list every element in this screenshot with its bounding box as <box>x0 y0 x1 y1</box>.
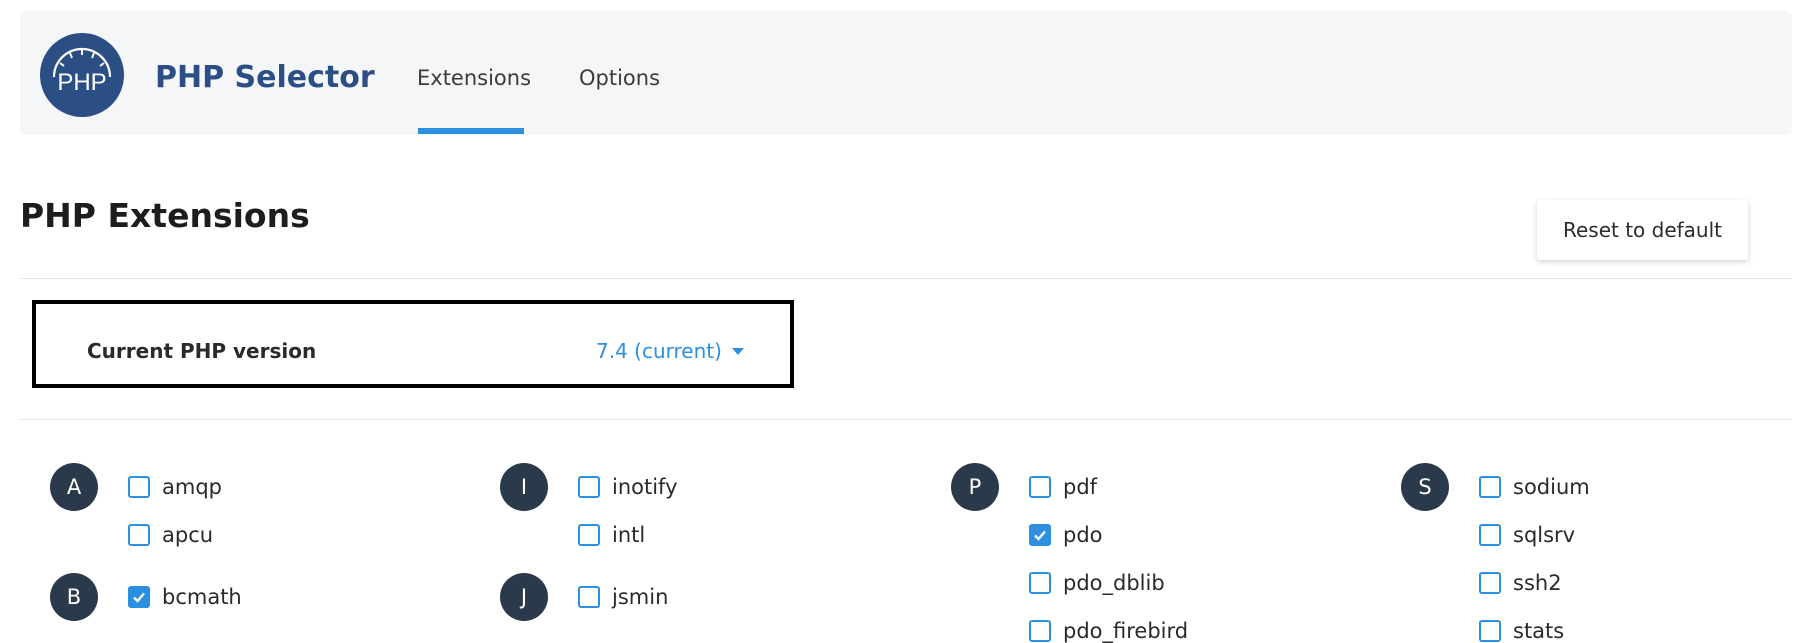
extension-checkbox[interactable] <box>578 524 600 546</box>
divider <box>20 278 1792 279</box>
extension-checkbox[interactable] <box>1479 524 1501 546</box>
letter-badge-i: I <box>500 463 548 511</box>
extension-label: pdf <box>1063 475 1098 499</box>
extension-label: inotify <box>612 475 678 499</box>
extension-intl[interactable]: intl <box>578 523 645 547</box>
extension-inotify[interactable]: inotify <box>578 475 678 499</box>
extension-pdo_dblib[interactable]: pdo_dblib <box>1029 571 1165 595</box>
extension-label: sqlsrv <box>1513 523 1576 547</box>
tab-options[interactable]: Options <box>579 66 660 90</box>
letter-badge-j: J <box>500 573 548 621</box>
extension-bcmath[interactable]: bcmath <box>128 585 242 609</box>
extension-checkbox[interactable] <box>128 476 150 498</box>
extension-stats[interactable]: stats <box>1479 619 1564 643</box>
extension-checkbox[interactable] <box>128 586 150 608</box>
extension-checkbox[interactable] <box>128 524 150 546</box>
php-version-panel: Current PHP version 7.4 (current) <box>32 300 794 388</box>
extension-pdf[interactable]: pdf <box>1029 475 1097 499</box>
tab-extensions[interactable]: Extensions <box>417 66 531 90</box>
extension-label: jsmin <box>612 585 669 609</box>
extension-checkbox[interactable] <box>1029 524 1051 546</box>
extension-pdo[interactable]: pdo <box>1029 523 1103 547</box>
extension-label: pdo_firebird <box>1063 619 1189 643</box>
php-logo: PHP <box>40 33 124 117</box>
extension-checkbox[interactable] <box>1479 476 1501 498</box>
divider <box>20 419 1792 420</box>
version-label: Current PHP version <box>87 339 317 363</box>
extension-sodium[interactable]: sodium <box>1479 475 1590 499</box>
extension-apcu[interactable]: apcu <box>128 523 213 547</box>
page-title: PHP Extensions <box>20 196 310 235</box>
extension-checkbox[interactable] <box>1029 572 1051 594</box>
letter-badge-s: S <box>1401 463 1449 511</box>
extension-label: apcu <box>162 523 214 547</box>
extension-checkbox[interactable] <box>578 476 600 498</box>
header-bar: PHP PHP Selector Extensions Options <box>20 11 1792 135</box>
extension-checkbox[interactable] <box>578 586 600 608</box>
extension-label: amqp <box>162 475 222 499</box>
extension-label: ssh2 <box>1513 571 1562 595</box>
extension-label: intl <box>612 523 646 547</box>
checkmark-icon <box>1034 530 1046 541</box>
extension-sqlsrv[interactable]: sqlsrv <box>1479 523 1575 547</box>
extension-checkbox[interactable] <box>1479 572 1501 594</box>
extension-label: bcmath <box>162 585 242 609</box>
logo-text: PHP <box>57 69 106 96</box>
caret-down-icon <box>731 347 744 355</box>
extension-ssh2[interactable]: ssh2 <box>1479 571 1562 595</box>
version-value: 7.4 (current) <box>596 339 722 363</box>
checkmark-icon <box>133 592 145 603</box>
letter-badge-a: A <box>50 463 98 511</box>
extension-checkbox[interactable] <box>1029 476 1051 498</box>
extension-label: pdo <box>1063 523 1103 547</box>
extension-label: sodium <box>1513 475 1590 499</box>
letter-badge-p: P <box>951 463 999 511</box>
active-tab-indicator <box>418 128 524 134</box>
letter-badge-b: B <box>50 573 98 621</box>
reset-to-default-button[interactable]: Reset to default <box>1537 200 1748 260</box>
extension-amqp[interactable]: amqp <box>128 475 222 499</box>
app-title: PHP Selector <box>155 60 375 95</box>
php-version-select[interactable]: 7.4 (current) <box>596 339 744 363</box>
extension-jsmin[interactable]: jsmin <box>578 585 668 609</box>
extension-label: pdo_dblib <box>1063 571 1165 595</box>
extension-pdo_firebird[interactable]: pdo_firebird <box>1029 619 1188 643</box>
extension-label: stats <box>1513 619 1565 643</box>
